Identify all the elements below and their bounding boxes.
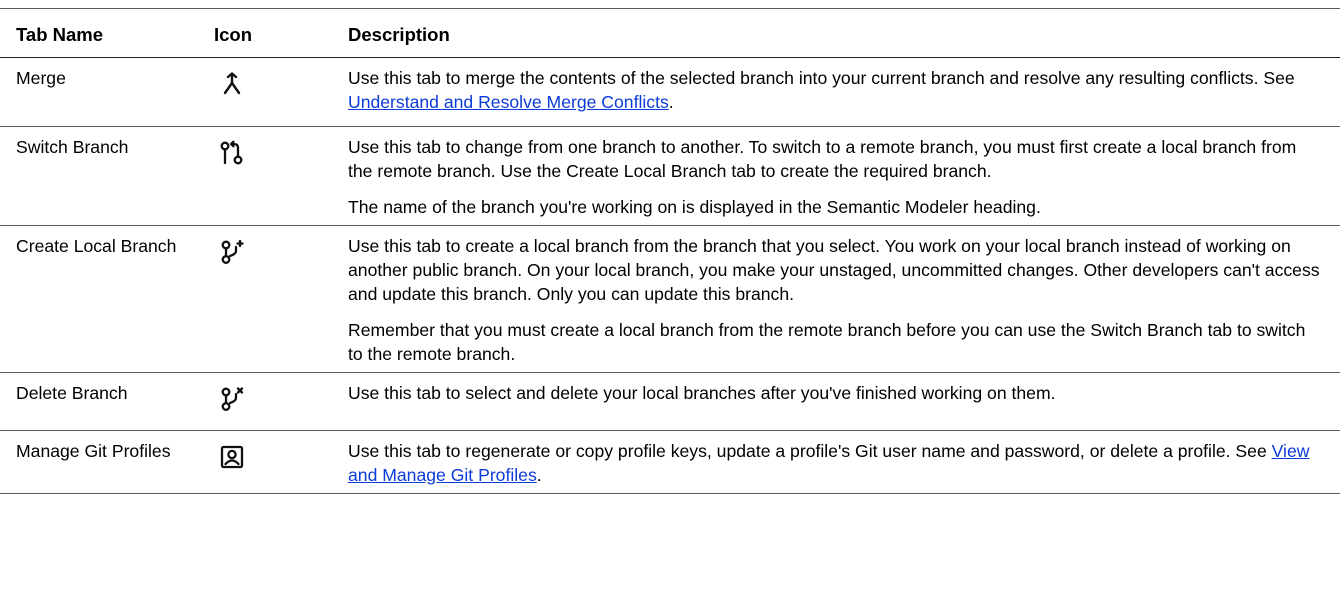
delete-branch-icon — [218, 385, 246, 413]
description-paragraph: Use this tab to select and delete your l… — [348, 383, 1056, 403]
header-description: Description — [332, 8, 1340, 58]
tab-name-cell: Switch Branch — [0, 126, 198, 226]
tabs-reference-table: Tab Name Icon Description Merge Use this… — [0, 8, 1340, 494]
profile-icon — [218, 443, 246, 471]
merge-icon — [218, 70, 246, 98]
tab-name-cell: Create Local Branch — [0, 225, 198, 373]
header-icon: Icon — [198, 8, 332, 58]
table-row: Manage Git Profiles Use this tab to rege… — [0, 430, 1340, 494]
description-paragraph: Remember that you must create a local br… — [348, 320, 1306, 364]
description-paragraph: Use this tab to merge the contents of th… — [348, 68, 1295, 112]
description-paragraph: Use this tab to regenerate or copy profi… — [348, 441, 1310, 485]
description-paragraph: The name of the branch you're working on… — [348, 197, 1041, 217]
table-row: Create Local Branch Use this tab to crea… — [0, 225, 1340, 373]
description-paragraph: Use this tab to create a local branch fr… — [348, 236, 1320, 304]
table-row: Switch Branch Use this tab to change fro… — [0, 126, 1340, 226]
tab-name-cell: Delete Branch — [0, 372, 198, 431]
tab-name-cell: Manage Git Profiles — [0, 430, 198, 494]
table-row: Merge Use this tab to merge the contents… — [0, 57, 1340, 127]
table-row: Delete Branch Use this tab to select and… — [0, 372, 1340, 431]
create-local-branch-icon — [218, 238, 246, 266]
description-paragraph: Use this tab to change from one branch t… — [348, 137, 1297, 181]
switch-branch-icon — [218, 139, 246, 167]
merge-conflicts-link[interactable]: Understand and Resolve Merge Conflicts — [348, 92, 669, 112]
tab-name-cell: Merge — [0, 57, 198, 127]
header-tab-name: Tab Name — [0, 8, 198, 58]
table-header-row: Tab Name Icon Description — [0, 8, 1340, 58]
